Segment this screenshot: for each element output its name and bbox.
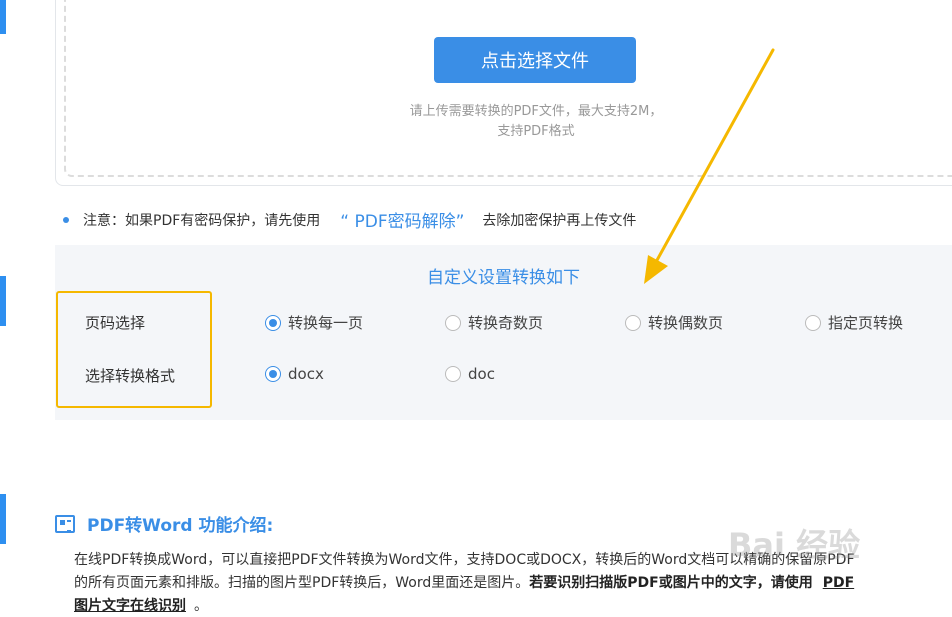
radio-format-docx[interactable]: docx xyxy=(265,365,324,383)
radio-format-doc[interactable]: doc xyxy=(445,365,495,383)
left-accent-bar-bottom xyxy=(0,494,6,544)
radio-every-page[interactable]: 转换每一页 xyxy=(265,312,363,333)
left-accent-bar-middle xyxy=(0,276,6,326)
radio-even-pages[interactable]: 转换偶数页 xyxy=(625,312,723,333)
password-note: 注意：如果PDF有密码保护，请先使用 “ PDF密码解除” 去除加密保护再上传文… xyxy=(63,207,636,232)
settings-title: 自定义设置转换如下 xyxy=(427,268,580,288)
note-prefix: 注意：如果PDF有密码保护，请先使用 xyxy=(83,212,321,229)
radio-label: docx xyxy=(288,365,324,383)
radio-circle-icon[interactable] xyxy=(445,366,461,382)
radio-specified-pages[interactable]: 指定页转换 xyxy=(805,312,903,333)
radio-circle-icon[interactable] xyxy=(625,314,641,331)
radio-label: 转换偶数页 xyxy=(648,314,724,332)
radio-label: 指定页转换 xyxy=(828,314,904,332)
article-icon xyxy=(55,514,75,533)
radio-circle-icon[interactable] xyxy=(445,314,461,331)
radio-label: 转换每一页 xyxy=(288,314,364,332)
choose-file-button[interactable]: 点击选择文件 xyxy=(434,37,636,83)
bullet-icon xyxy=(63,216,69,223)
ocr-link-part1[interactable]: PDF xyxy=(823,575,854,591)
radio-circle-icon[interactable] xyxy=(265,366,281,382)
radio-label: doc xyxy=(468,365,495,383)
radio-label: 转换奇数页 xyxy=(468,314,544,332)
intro-line2-bold: 若要识别扫描版PDF或图片中的文字，请使用 xyxy=(529,575,813,591)
ocr-link-part2[interactable]: 图片文字在线识别 xyxy=(74,598,186,614)
baidu-watermark: Bai 经验 xyxy=(728,526,861,564)
intro-line2: 的所有页面元素和排版。扫描的图片型PDF转换后，Word里面还是图片。若要识别扫… xyxy=(74,572,952,595)
radio-circle-icon[interactable] xyxy=(805,314,821,331)
highlight-annotation-box xyxy=(56,291,212,408)
intro-line2-text: 的所有页面元素和排版。扫描的图片型PDF转换后，Word里面还是图片。 xyxy=(74,575,530,591)
intro-title: PDF转Word 功能介绍: xyxy=(87,516,274,536)
intro-line3: 图片文字在线识别。 xyxy=(74,595,952,617)
upload-dropzone[interactable] xyxy=(64,0,952,177)
upload-area[interactable] xyxy=(55,0,952,186)
note-suffix: 去除加密保护再上传文件 xyxy=(482,212,637,229)
radio-odd-pages[interactable]: 转换奇数页 xyxy=(445,312,543,333)
upload-hint-line2: 支持PDF格式 xyxy=(497,124,575,139)
upload-hint-line1: 请上传需要转换的PDF文件，最大支持2M， xyxy=(409,104,663,119)
intro-heading: PDF转Word 功能介绍: xyxy=(55,511,273,536)
intro-line3-end: 。 xyxy=(194,598,208,614)
left-accent-bar-top xyxy=(0,0,6,34)
radio-circle-icon[interactable] xyxy=(265,314,281,331)
pdf-password-remove-link[interactable]: “ PDF密码解除” xyxy=(340,207,464,232)
